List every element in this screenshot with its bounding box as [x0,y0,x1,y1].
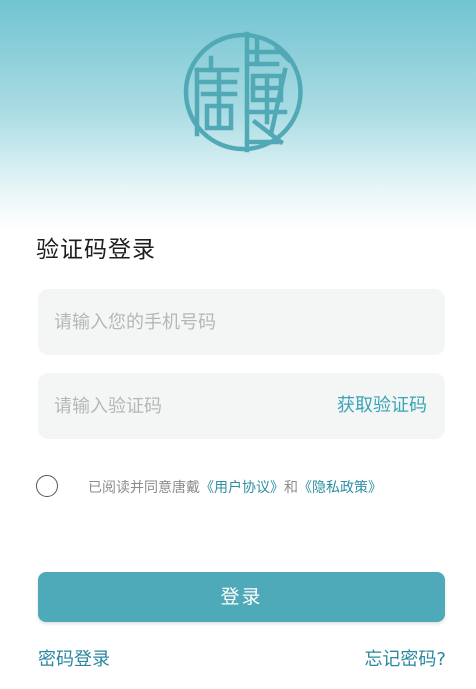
privacy-policy-link[interactable]: 《隐私政策》 [298,480,382,496]
verification-code-input[interactable] [54,373,314,439]
page-title: 验证码登录 [36,237,156,263]
agreement-prefix: 已阅读并同意唐戴 [88,480,200,496]
agreement-text: 已阅读并同意唐戴《用户协议》和《隐私政策》 [88,477,382,497]
tangdai-logo [183,31,303,153]
agreement-row: 已阅读并同意唐戴《用户协议》和《隐私政策》 [36,474,456,500]
login-button[interactable]: 登录 [38,572,445,622]
phone-field[interactable] [38,289,445,355]
get-code-button[interactable]: 获取验证码 [337,373,427,439]
forgot-password-link[interactable]: 忘记密码? [364,645,446,671]
password-login-link[interactable]: 密码登录 [38,645,110,671]
phone-input[interactable] [54,289,424,355]
user-agreement-link[interactable]: 《用户协议》 [200,480,284,496]
verification-code-field[interactable]: 获取验证码 [38,373,445,439]
agreement-radio[interactable] [36,475,58,497]
agreement-conjunction: 和 [284,480,298,496]
